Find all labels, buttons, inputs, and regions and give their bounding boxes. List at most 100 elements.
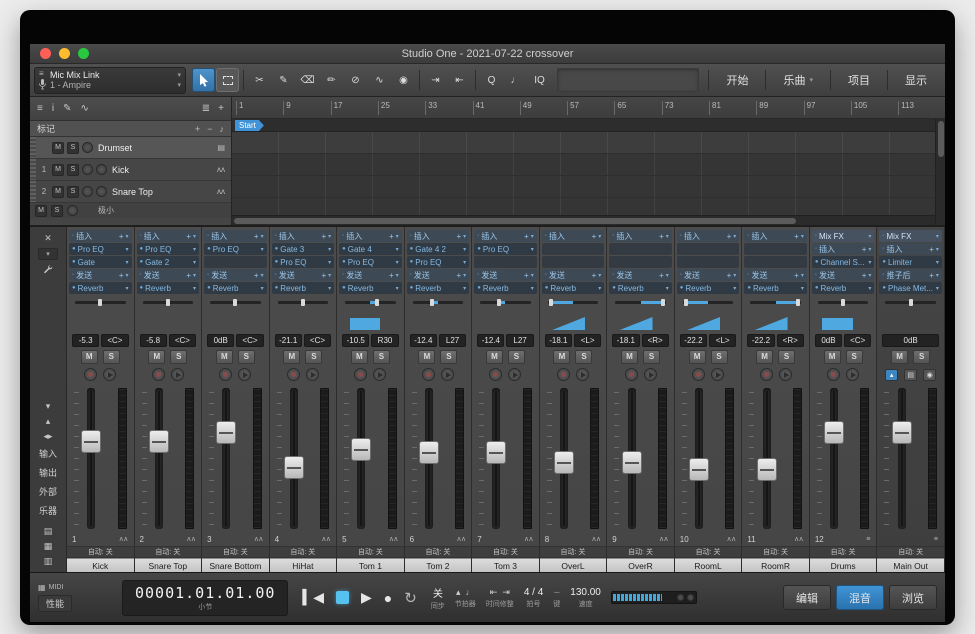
metronome-icon[interactable]: ▴	[456, 587, 461, 598]
edit-page-button[interactable]: 编辑	[783, 585, 831, 610]
show-button[interactable]: 显示	[891, 64, 941, 96]
track-record-button[interactable]	[82, 164, 93, 175]
macro-tool[interactable]: ♩	[504, 68, 527, 92]
plugin-slot[interactable]: ●Reverb▾	[744, 282, 807, 294]
empty-slot[interactable]	[744, 256, 807, 268]
solo-button[interactable]: S	[575, 350, 592, 364]
section-header[interactable]: ◦发送+▾	[204, 269, 267, 281]
volume-readout[interactable]: -5.3	[72, 334, 99, 347]
zoom-window-button[interactable]	[78, 48, 89, 59]
channel-name[interactable]: OverR	[607, 558, 674, 572]
monitor-button[interactable]	[441, 368, 454, 381]
plugin-slot[interactable]: ●Gate▾	[69, 256, 132, 268]
channel-name[interactable]: Tom 2	[405, 558, 472, 572]
plugin-slot[interactable]: ●Pro EQ▾	[339, 256, 402, 268]
pan-handle[interactable]	[684, 299, 688, 306]
song-page-button[interactable]: 乐曲▾	[769, 64, 827, 96]
automation-mode[interactable]: 自动: 关	[405, 546, 472, 558]
vertical-scrollbar[interactable]	[935, 119, 945, 225]
monitor-button[interactable]	[373, 368, 386, 381]
pan-slider[interactable]	[750, 296, 801, 308]
fader-handle[interactable]	[351, 438, 371, 461]
monitor-button[interactable]	[508, 368, 521, 381]
track-row[interactable]: MSDrumset▤	[30, 137, 231, 159]
mute-button[interactable]: M	[35, 205, 47, 217]
plugin-slot[interactable]: ●Reverb▾	[272, 282, 335, 294]
empty-slot[interactable]	[609, 256, 672, 268]
section-header[interactable]: ◦插入+▾	[609, 230, 672, 242]
track-solo-button[interactable]: S	[67, 164, 79, 176]
meter-mode-button[interactable]: ◉	[923, 369, 936, 381]
empty-slot[interactable]	[542, 243, 605, 255]
wrench-icon[interactable]	[43, 264, 53, 276]
empty-slot[interactable]	[744, 243, 807, 255]
close-icon[interactable]: ✕	[44, 233, 52, 244]
mute-tool[interactable]: ⊘	[344, 68, 367, 92]
timesig-group[interactable]: 4 / 4 拍号	[524, 587, 543, 609]
fader-handle[interactable]	[892, 421, 912, 444]
track-solo-button[interactable]: S	[67, 142, 79, 154]
bend-tool[interactable]: ∿	[368, 68, 391, 92]
solo-button[interactable]: S	[913, 350, 930, 364]
record-arm-button[interactable]	[625, 368, 638, 381]
pan-handle[interactable]	[497, 299, 501, 306]
plugin-slot[interactable]: ●Pro EQ▾	[137, 243, 200, 255]
section-header[interactable]: ◦插入+▾	[744, 230, 807, 242]
nudge-group[interactable]: ⇤⇥ 时间修整	[486, 587, 514, 609]
solo-button[interactable]: S	[373, 350, 390, 364]
pan-readout[interactable]: <C>	[101, 334, 128, 347]
automation-icon[interactable]: ∿	[80, 103, 88, 114]
pan-slider[interactable]	[278, 296, 329, 308]
start-page-button[interactable]: 开始	[712, 64, 762, 96]
pan-slider[interactable]	[75, 296, 126, 308]
mute-button[interactable]: M	[216, 350, 233, 364]
key-group[interactable]: – 键	[553, 587, 560, 609]
pan-handle[interactable]	[796, 299, 800, 306]
section-header[interactable]: ◦插入+▾	[407, 230, 470, 242]
volume-readout[interactable]: 0dB	[815, 334, 842, 347]
record-arm-button[interactable]	[827, 368, 840, 381]
mute-button[interactable]: M	[756, 350, 773, 364]
track-solo-button[interactable]: S	[67, 186, 79, 198]
automation-mode[interactable]: 自动: 关	[810, 546, 877, 558]
fader-handle[interactable]	[554, 451, 574, 474]
plugin-slot[interactable]: ●Reverb▾	[474, 282, 537, 294]
pan-handle[interactable]	[549, 299, 553, 306]
play-button[interactable]: ▶	[361, 589, 372, 606]
mute-button[interactable]: M	[824, 350, 841, 364]
marker-lane[interactable]: Start	[232, 119, 945, 132]
plugin-slot[interactable]: ●Gate 3▾	[272, 243, 335, 255]
track-height-label[interactable]: 极小	[98, 205, 114, 216]
section-header[interactable]: ◦插入+▾	[204, 230, 267, 242]
solo-button[interactable]: S	[778, 350, 795, 364]
pencil-tool[interactable]: ✎	[272, 68, 295, 92]
performance-button[interactable]: 性能	[38, 595, 72, 612]
split-tool[interactable]: ✂	[248, 68, 271, 92]
tool-icon[interactable]: ✎	[63, 103, 71, 114]
fader-handle[interactable]	[486, 441, 506, 464]
pan-readout[interactable]: <C>	[169, 334, 196, 347]
arrow-tool[interactable]	[192, 68, 215, 92]
pan-slider[interactable]	[143, 296, 194, 308]
record-arm-button[interactable]	[557, 368, 570, 381]
pan-slider[interactable]	[818, 296, 869, 308]
section-header[interactable]: ◦发送+▾	[812, 269, 875, 281]
pan-handle[interactable]	[233, 299, 237, 306]
automation-mode[interactable]: 自动: 关	[877, 546, 944, 558]
pan-readout[interactable]: <R>	[642, 334, 669, 347]
channel-name[interactable]: Kick	[67, 558, 134, 572]
monitor-button[interactable]	[306, 368, 319, 381]
timeline[interactable]: 191725334149576573818997105113 Start	[232, 97, 945, 225]
volume-readout[interactable]: -22.2	[747, 334, 774, 347]
empty-slot[interactable]	[474, 256, 537, 268]
return-to-start-button[interactable]: ▍◀	[302, 589, 324, 606]
rail-outputs-button[interactable]: 输出	[39, 466, 57, 479]
channel-name[interactable]: OverL	[540, 558, 607, 572]
fader-handle[interactable]	[216, 421, 236, 444]
minimize-window-button[interactable]	[59, 48, 70, 59]
metronome-group[interactable]: ▴♩ 节拍器	[455, 587, 476, 609]
channel-name[interactable]: Tom 1	[337, 558, 404, 572]
plugin-slot[interactable]: ●Phase Met...▾	[879, 282, 942, 294]
pan-slider[interactable]	[615, 296, 666, 308]
track-list-icon[interactable]: ≣	[202, 103, 210, 114]
